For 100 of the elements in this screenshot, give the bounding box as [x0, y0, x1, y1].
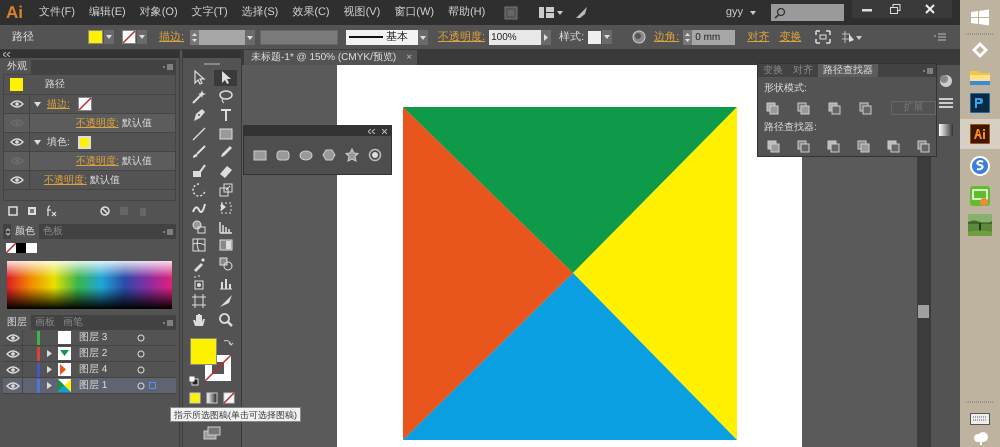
menu-item[interactable]: 选择(S): [234, 4, 286, 21]
panel-tab[interactable]: 对齐: [788, 64, 818, 77]
none-swatch-icon[interactable]: [6, 243, 16, 253]
stroke-weight-field[interactable]: [190, 30, 246, 44]
crop-icon[interactable]: [857, 140, 870, 153]
merge-icon[interactable]: [827, 140, 840, 153]
stroke-link[interactable]: 描边:: [159, 28, 184, 46]
intersect-icon[interactable]: [828, 102, 841, 114]
tool-button[interactable]: [214, 70, 237, 86]
close-tab-button[interactable]: ×: [406, 50, 412, 65]
color-guide-icon[interactable]: [938, 73, 954, 89]
dropdown-icon[interactable]: [104, 30, 114, 44]
minus-back-icon[interactable]: [917, 140, 930, 153]
gradient-panel-icon[interactable]: [938, 123, 954, 137]
dropdown-icon[interactable]: [137, 30, 147, 44]
layer-row[interactable]: 图层 2: [3, 346, 176, 362]
menu-item[interactable]: 文件(F): [32, 4, 82, 21]
menu-item[interactable]: 窗口(W): [387, 4, 441, 21]
attribute-link[interactable]: 不透明度:: [44, 172, 87, 188]
menu-item[interactable]: 帮助(H): [441, 4, 492, 21]
panel-tab[interactable]: 画板: [31, 315, 59, 330]
panel-menu-icon[interactable]: [163, 320, 173, 326]
stroke-style-dropdown[interactable]: 基本: [346, 30, 418, 44]
sogou-app-icon[interactable]: [969, 155, 991, 177]
dropdown-icon[interactable]: [418, 30, 428, 44]
menu-item[interactable]: 对象(O): [132, 4, 185, 21]
close-icon[interactable]: [382, 128, 387, 134]
disclosure-triangle-icon[interactable]: [34, 100, 41, 108]
outline-icon[interactable]: [887, 140, 900, 153]
menu-item[interactable]: 文字(T): [184, 4, 235, 21]
align-link[interactable]: 对齐: [747, 28, 770, 46]
transform-link[interactable]: 变换: [779, 28, 802, 46]
graphic-style-swatch[interactable]: [588, 30, 602, 44]
photoshop-app-icon[interactable]: [970, 93, 990, 113]
keyboard-icon[interactable]: [970, 413, 990, 425]
panel-tab[interactable]: 路径查找器: [818, 64, 878, 77]
layer-row[interactable]: 图层 3: [3, 330, 176, 346]
collapse-icon[interactable]: [368, 128, 376, 134]
user-menu[interactable]: gyy: [726, 4, 757, 21]
opacity-field[interactable]: 100%: [489, 30, 542, 44]
add-stroke-icon[interactable]: [8, 206, 18, 216]
swap-icon[interactable]: [222, 338, 234, 348]
exclude-icon[interactable]: [859, 102, 872, 114]
gradient-mode-icon[interactable]: [206, 392, 218, 404]
attribute-link[interactable]: 描边:: [47, 96, 70, 112]
fill-swatch[interactable]: [88, 30, 103, 44]
fill-color-swatch[interactable]: [190, 338, 217, 365]
attribute-link[interactable]: 不透明度:: [76, 116, 119, 130]
color-swatch[interactable]: [26, 243, 37, 253]
menu-item[interactable]: 视图(V): [336, 4, 388, 21]
menu-item[interactable]: 效果(C): [285, 4, 337, 21]
color-swatch[interactable]: [16, 243, 26, 253]
disclosure-triangle-icon[interactable]: [46, 366, 52, 373]
arrange-documents-icon[interactable]: [538, 5, 564, 20]
bridge-icon[interactable]: [504, 6, 518, 20]
illustrator-taskbar-button[interactable]: [960, 119, 1000, 149]
stroke-swatch-icon[interactable]: [78, 97, 92, 111]
default-colors-icon[interactable]: [189, 376, 199, 386]
shape-tool-button[interactable]: [343, 147, 362, 163]
shape-tool-button[interactable]: [320, 147, 338, 163]
panel-tab[interactable]: 画笔: [59, 315, 87, 330]
effects-icon[interactable]: [46, 205, 58, 217]
opacity-link[interactable]: 不透明度:: [438, 28, 486, 46]
panel-tab[interactable]: 色板: [39, 224, 67, 239]
document-tab[interactable]: 未标题-1* @ 150% (CMYK/预览) ×: [244, 50, 417, 65]
minus-front-icon[interactable]: [797, 102, 810, 114]
collapse-icon[interactable]: [3, 52, 11, 56]
disclosure-triangle-icon[interactable]: [46, 350, 52, 357]
menu-item[interactable]: 编辑(E): [82, 4, 133, 21]
expand-icon[interactable]: [5, 228, 11, 236]
stroke-swatch-icon[interactable]: [122, 30, 136, 44]
trim-icon[interactable]: [797, 140, 810, 153]
stepper-icon[interactable]: [683, 30, 692, 44]
clear-appearance-icon[interactable]: [100, 206, 110, 216]
unite-icon[interactable]: [766, 102, 779, 114]
panel-tab[interactable]: 变换: [758, 64, 788, 77]
corner-field[interactable]: 0 mm: [683, 30, 736, 44]
scroll-thumb[interactable]: [918, 305, 930, 318]
add-fill-icon[interactable]: [27, 206, 37, 216]
recolor-icon[interactable]: [632, 30, 646, 44]
panel-menu-icon[interactable]: [163, 64, 173, 70]
disclosure-triangle-icon[interactable]: [46, 382, 52, 389]
panel-tab[interactable]: 图层: [3, 315, 31, 330]
none-mode-icon[interactable]: [223, 392, 235, 404]
stroke-panel-icon[interactable]: [938, 97, 954, 109]
stepper-icon[interactable]: [190, 30, 200, 44]
isolate-icon[interactable]: [815, 30, 832, 44]
layer-row[interactable]: 图层 1: [3, 378, 176, 394]
appearance-tab[interactable]: 外观: [3, 60, 31, 74]
divide-icon[interactable]: [767, 140, 780, 153]
search-field[interactable]: [771, 4, 844, 21]
dropdown-icon[interactable]: [602, 30, 612, 44]
disclosure-triangle-icon[interactable]: [34, 138, 41, 146]
panel-menu-icon[interactable]: [163, 228, 173, 234]
color-spectrum[interactable]: [7, 261, 172, 309]
dropdown-icon[interactable]: [541, 30, 552, 44]
panel-tab[interactable]: 颜色: [11, 224, 39, 239]
screen-mode-icon[interactable]: [203, 426, 221, 440]
attribute-link[interactable]: 不透明度:: [76, 154, 119, 168]
panel-menu-icon[interactable]: [923, 68, 933, 74]
